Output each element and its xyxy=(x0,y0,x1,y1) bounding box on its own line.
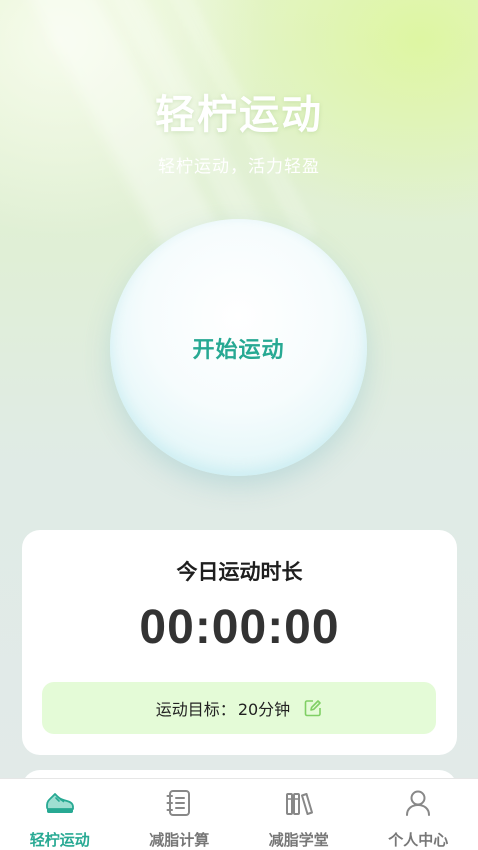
books-icon xyxy=(283,787,315,823)
tab-fat-loss-school[interactable]: 减脂学堂 xyxy=(239,779,359,850)
duration-timer: 00:00:00 xyxy=(139,601,340,654)
tab-fat-loss-calc[interactable]: 减脂计算 xyxy=(120,779,240,850)
page-subtitle: 轻柠运动，活力轻盈 xyxy=(158,157,320,177)
today-duration-card: 今日运动时长 00:00:00 运动目标： 20分钟 xyxy=(22,530,457,755)
goal-value: 20分钟 xyxy=(237,700,291,719)
today-duration-title: 今日运动时长 xyxy=(176,560,303,584)
tab-personal-center[interactable]: 个人中心 xyxy=(359,779,478,850)
sneaker-icon xyxy=(44,787,76,823)
goal-label: 运动目标： xyxy=(155,700,236,719)
person-icon xyxy=(402,787,434,823)
start-exercise-button[interactable]: 开始运动 xyxy=(110,219,367,476)
tab-label: 个人中心 xyxy=(388,831,449,849)
tab-label: 减脂学堂 xyxy=(268,831,329,849)
start-exercise-label: 开始运动 xyxy=(192,337,285,363)
exercise-goal-row[interactable]: 运动目标： 20分钟 xyxy=(42,682,436,734)
bottom-tab-bar: 轻柠运动 减脂计算 减脂学堂 个人中心 xyxy=(0,778,478,850)
edit-icon[interactable] xyxy=(304,699,322,717)
notebook-icon xyxy=(163,787,195,823)
tab-label: 轻柠运动 xyxy=(29,831,90,849)
page-title: 轻柠运动 xyxy=(155,92,323,138)
tab-qingning-sport[interactable]: 轻柠运动 xyxy=(0,779,120,850)
tab-label: 减脂计算 xyxy=(149,831,210,849)
